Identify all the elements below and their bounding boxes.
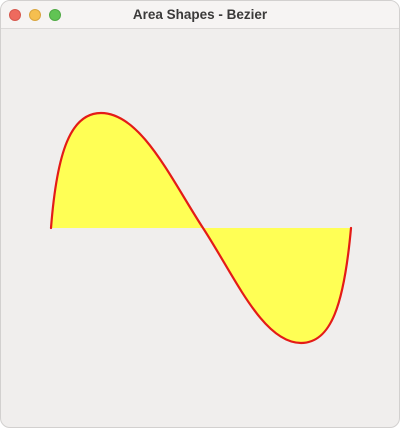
minimize-window-button[interactable]: [29, 9, 41, 21]
drawing-canvas: [49, 111, 353, 345]
app-window: Area Shapes - Bezier: [0, 0, 400, 428]
maximize-window-button[interactable]: [49, 9, 61, 21]
close-window-button[interactable]: [9, 9, 21, 21]
title-bar[interactable]: Area Shapes - Bezier: [1, 1, 399, 29]
